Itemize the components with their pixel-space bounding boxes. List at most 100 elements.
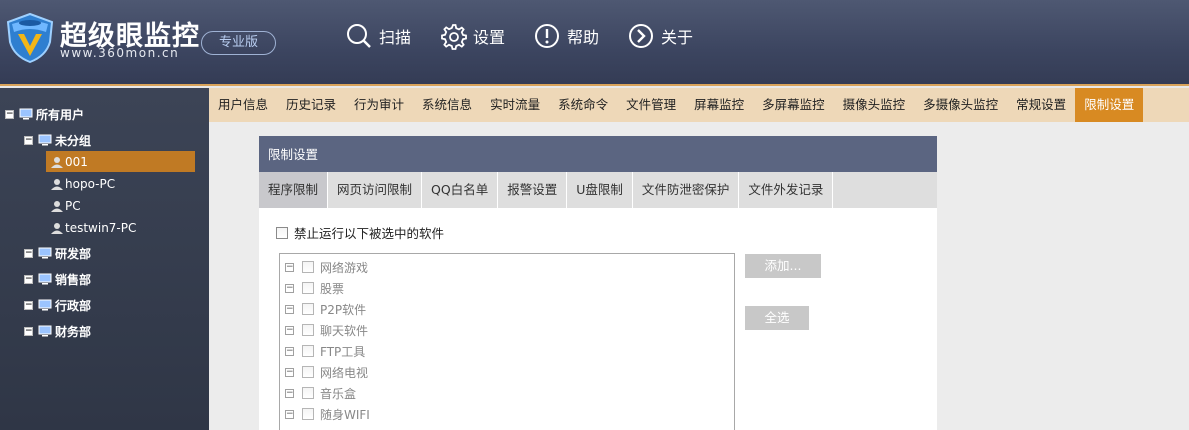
tab-file-management[interactable]: 文件管理 (617, 88, 685, 122)
list-item[interactable]: − 随身WIFI (285, 405, 370, 423)
tree-root-label: 所有用户 (36, 107, 85, 122)
tree-root-all-users[interactable]: − 所有用户 (5, 104, 84, 124)
category-label: P2P软件 (320, 302, 367, 317)
collapse-icon[interactable]: − (24, 326, 33, 336)
collapse-icon[interactable]: − (285, 304, 294, 314)
collapse-icon[interactable]: − (5, 109, 14, 119)
list-item[interactable]: − 网络游戏 (285, 258, 368, 276)
panel-title: 限制设置 (259, 136, 937, 172)
tab-realtime-traffic[interactable]: 实时流量 (481, 88, 549, 122)
list-item[interactable]: − P2P软件 (285, 300, 366, 318)
tree-user-label: testwin7-PC (65, 221, 137, 235)
edition-badge: 专业版 (201, 31, 276, 55)
scan-label: 扫描 (379, 28, 412, 47)
collapse-icon[interactable]: − (24, 300, 33, 310)
collapse-icon[interactable]: − (24, 135, 33, 145)
tab-user-info[interactable]: 用户信息 (209, 88, 277, 122)
tree-group-rd[interactable]: − 研发部 (24, 243, 91, 263)
add-button[interactable]: 添加... (745, 254, 821, 278)
subtab-usb-restriction[interactable]: U盘限制 (567, 172, 633, 208)
category-checkbox[interactable] (302, 303, 314, 315)
category-checkbox[interactable] (302, 324, 314, 336)
tab-system-info[interactable]: 系统信息 (413, 88, 481, 122)
tab-screen-monitor[interactable]: 屏幕监控 (685, 88, 753, 122)
restriction-panel: 限制设置 程序限制 网页访问限制 QQ白名单 报警设置 U盘限制 文件防泄密保护… (259, 136, 937, 430)
tree-group-sales[interactable]: − 销售部 (24, 269, 91, 289)
help-icon (535, 24, 560, 48)
subtab-file-outgoing-log[interactable]: 文件外发记录 (739, 172, 834, 208)
category-checkbox[interactable] (302, 282, 314, 294)
tree-group-admin[interactable]: − 行政部 (24, 295, 91, 315)
tab-multi-screen-monitor[interactable]: 多屏幕监控 (753, 88, 834, 122)
user-icon (51, 223, 63, 234)
tree-group-label: 未分组 (55, 133, 92, 148)
block-software-label: 禁止运行以下被选中的软件 (294, 226, 445, 241)
tree-user-hopo-pc[interactable]: hopo-PC (50, 174, 115, 194)
collapse-icon[interactable]: − (24, 274, 33, 284)
tab-behavior-audit[interactable]: 行为审计 (345, 88, 413, 122)
tree-group-ungrouped[interactable]: − 未分组 (24, 130, 91, 150)
subtab-file-leak-protection[interactable]: 文件防泄密保护 (633, 172, 740, 208)
category-checkbox[interactable] (302, 387, 314, 399)
about-button[interactable]: 关于 (627, 22, 693, 50)
gear-icon (441, 24, 467, 50)
list-item[interactable]: − 聊天软件 (285, 321, 368, 339)
select-all-button[interactable]: 全选 (745, 306, 809, 330)
category-checkbox[interactable] (302, 408, 314, 420)
tree-group-label: 行政部 (55, 298, 92, 313)
computer-icon (38, 273, 52, 285)
block-software-checkbox[interactable] (276, 226, 288, 239)
category-label: 股票 (320, 281, 345, 296)
help-label: 帮助 (567, 28, 600, 47)
list-item[interactable]: − FTP工具 (285, 342, 365, 360)
subtab-alarm-settings[interactable]: 报警设置 (498, 172, 568, 208)
category-checkbox[interactable] (302, 366, 314, 378)
tab-system-command[interactable]: 系统命令 (549, 88, 617, 122)
about-label: 关于 (661, 28, 694, 47)
collapse-icon[interactable]: − (285, 262, 294, 272)
category-checkbox[interactable] (302, 261, 314, 273)
user-icon (51, 179, 63, 190)
settings-button[interactable]: 设置 (439, 22, 505, 50)
category-label: FTP工具 (320, 344, 366, 359)
list-item[interactable]: − 网络电视 (285, 363, 368, 381)
tab-history[interactable]: 历史记录 (277, 88, 345, 122)
tab-general-settings[interactable]: 常规设置 (1007, 88, 1075, 122)
settings-label: 设置 (473, 28, 506, 47)
tree-user-pc[interactable]: PC (50, 196, 81, 216)
user-icon (51, 157, 63, 168)
category-label: 网络电视 (320, 365, 369, 380)
software-category-list[interactable]: − 网络游戏 − 股票 − P2P软件 − 聊天软件 − FTP工具 − 网络电… (279, 253, 735, 430)
subtab-qq-whitelist[interactable]: QQ白名单 (422, 172, 499, 208)
category-label: 网络游戏 (320, 260, 369, 275)
chevron-right-icon (629, 24, 654, 48)
collapse-icon[interactable]: − (24, 248, 33, 258)
tab-multi-camera-monitor[interactable]: 多摄像头监控 (914, 88, 1007, 122)
subtab-program-restriction[interactable]: 程序限制 (259, 172, 329, 208)
list-item[interactable]: − 股票 (285, 279, 344, 297)
tab-restriction-settings[interactable]: 限制设置 (1075, 88, 1144, 122)
category-label: 音乐盒 (320, 386, 357, 401)
collapse-icon[interactable]: − (285, 388, 294, 398)
collapse-icon[interactable]: − (285, 409, 294, 419)
category-label: 聊天软件 (320, 323, 369, 338)
scan-button[interactable]: 扫描 (345, 22, 411, 50)
tree-group-finance[interactable]: − 财务部 (24, 321, 91, 341)
computer-icon (38, 299, 52, 311)
computer-icon (38, 134, 52, 146)
collapse-icon[interactable]: − (285, 346, 294, 356)
tree-user-testwin7-pc[interactable]: testwin7-PC (50, 218, 136, 238)
category-checkbox[interactable] (302, 345, 314, 357)
top-nav: 扫描 设置 帮助 关于 (345, 22, 721, 50)
collapse-icon[interactable]: − (285, 283, 294, 293)
tree-user-001[interactable]: 001 (50, 152, 88, 172)
collapse-icon[interactable]: − (285, 367, 294, 377)
help-button[interactable]: 帮助 (533, 22, 599, 50)
tree-user-label: 001 (65, 155, 88, 169)
subtab-web-access-restriction[interactable]: 网页访问限制 (328, 172, 423, 208)
tab-camera-monitor[interactable]: 摄像头监控 (834, 88, 915, 122)
computer-icon (38, 325, 52, 337)
collapse-icon[interactable]: − (285, 325, 294, 335)
list-item[interactable]: − 音乐盒 (285, 384, 356, 402)
main-content: 限制设置 程序限制 网页访问限制 QQ白名单 报警设置 U盘限制 文件防泄密保护… (209, 122, 1189, 430)
